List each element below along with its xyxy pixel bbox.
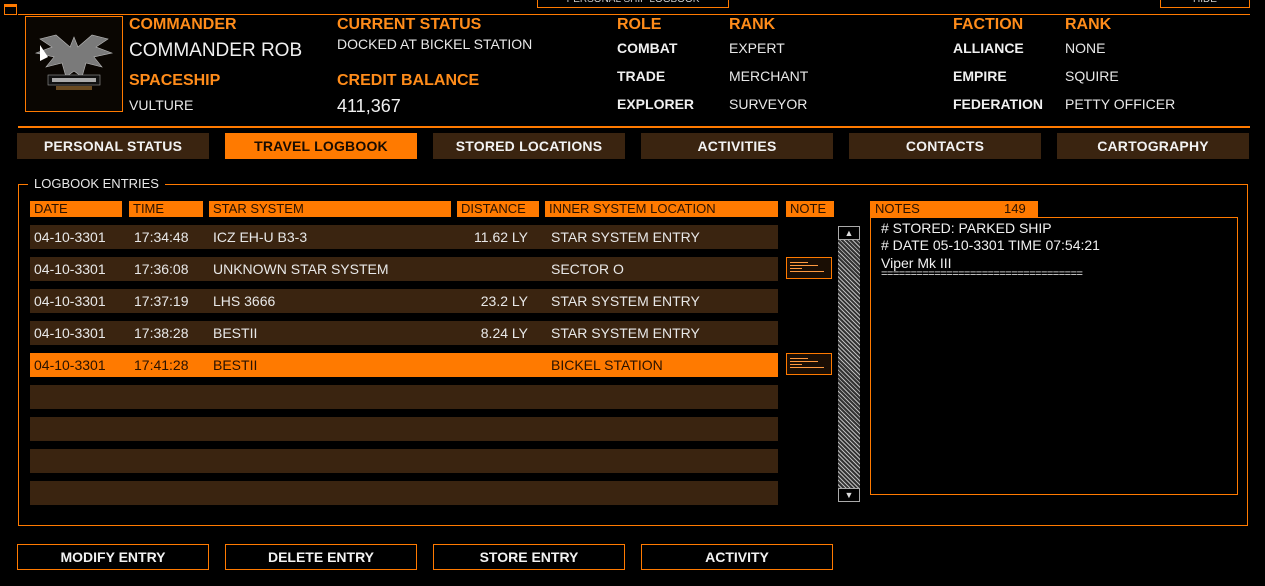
note-line: # STORED: PARKED SHIP: [881, 220, 1052, 236]
faction-name: ALLIANCE: [953, 40, 1024, 56]
spaceship-name: VULTURE: [129, 97, 194, 113]
tab-contacts[interactable]: CONTACTS: [849, 133, 1041, 159]
table-row-empty[interactable]: [30, 481, 778, 505]
cell-distance: 11.62 LY: [474, 229, 528, 245]
tab-activities[interactable]: ACTIVITIES: [641, 133, 833, 159]
role-name: TRADE: [617, 68, 666, 84]
credit-value: 411,367: [337, 96, 401, 116]
cell-date: 04-10-3301: [34, 325, 106, 341]
faction-name: EMPIRE: [953, 68, 1007, 84]
scrollbar-track[interactable]: [838, 226, 860, 502]
cell-location: STAR SYSTEM ENTRY: [551, 229, 700, 245]
column-header-note[interactable]: NOTE: [786, 201, 834, 217]
role-rank: SURVEYOR: [729, 96, 808, 112]
note-line: # DATE 05-10-3301 TIME 07:54:21: [881, 237, 1100, 253]
note-line: ==================================: [881, 268, 1083, 280]
faction-rank-label: RANK: [1065, 16, 1112, 33]
window-menu-icon[interactable]: [4, 4, 17, 15]
cell-distance: 23.2 LY: [480, 293, 528, 309]
cell-time: 17:36:08: [134, 261, 189, 277]
tab-travel-logbook[interactable]: TRAVEL LOGBOOK: [225, 133, 417, 159]
table-row[interactable]: 04-10-3301 17:37:19 LHS 3666 23.2 LY STA…: [30, 289, 778, 313]
status-label: CURRENT STATUS: [337, 16, 482, 33]
role-rank: MERCHANT: [729, 68, 809, 84]
role-name: EXPLORER: [617, 96, 695, 112]
notes-char-count: 149: [1004, 201, 1026, 216]
cell-time: 17:38:28: [134, 325, 189, 341]
status-value: DOCKED AT BICKEL STATION: [337, 36, 533, 52]
cell-time: 17:41:28: [134, 357, 189, 373]
cell-location: SECTOR O: [551, 261, 624, 277]
cell-date: 04-10-3301: [34, 261, 106, 277]
window-title: PERSONAL SHIP LOGBOOK: [537, 0, 729, 8]
cell-location: STAR SYSTEM ENTRY: [551, 293, 700, 309]
table-row[interactable]: 04-10-3301 17:38:28 BESTII 8.24 LY STAR …: [30, 321, 778, 345]
cell-star-system: ICZ EH-U B3-3: [213, 229, 308, 245]
top-border: [18, 14, 1250, 15]
column-header-distance[interactable]: DISTANCE: [457, 201, 539, 217]
cell-distance: 8.24 LY: [480, 325, 528, 341]
scroll-down-icon[interactable]: ▼: [838, 488, 860, 502]
logbook-title: LOGBOOK ENTRIES: [28, 176, 165, 191]
tab-personal-status[interactable]: PERSONAL STATUS: [17, 133, 209, 159]
faction-rank: NONE: [1065, 40, 1106, 56]
cell-date: 04-10-3301: [34, 229, 106, 245]
cell-location: STAR SYSTEM ENTRY: [551, 325, 700, 341]
notes-header: NOTES 149: [870, 201, 1038, 217]
table-row-empty[interactable]: [30, 449, 778, 473]
cell-time: 17:34:48: [134, 229, 189, 245]
table-row[interactable]: 04-10-3301 17:34:48 ICZ EH-U B3-3 11.62 …: [30, 225, 778, 249]
delete-entry-button[interactable]: DELETE ENTRY: [225, 544, 417, 570]
role-label: ROLE: [617, 16, 662, 33]
cell-time: 17:37:19: [134, 293, 189, 309]
cell-star-system: BESTII: [213, 357, 258, 373]
column-header-date[interactable]: DATE: [30, 201, 122, 217]
note-thumbnail[interactable]: [786, 353, 832, 375]
column-header-time[interactable]: TIME: [129, 201, 203, 217]
credit-label: CREDIT BALANCE: [337, 72, 480, 89]
role-rank-label: RANK: [729, 16, 776, 33]
hide-button[interactable]: HIDE: [1160, 0, 1250, 8]
faction-label: FACTION: [953, 16, 1024, 33]
cell-date: 04-10-3301: [34, 357, 106, 373]
note-thumbnail[interactable]: [786, 257, 832, 279]
role-name: COMBAT: [617, 40, 678, 56]
cell-star-system: UNKNOWN STAR SYSTEM: [213, 261, 389, 277]
column-header-location[interactable]: INNER SYSTEM LOCATION: [545, 201, 778, 217]
spaceship-label: SPACESHIP: [129, 72, 221, 89]
faction-name: FEDERATION: [953, 96, 1043, 112]
column-header-star-system[interactable]: STAR SYSTEM: [209, 201, 451, 217]
faction-rank: PETTY OFFICER: [1065, 96, 1176, 112]
scroll-up-icon[interactable]: ▲: [838, 226, 860, 240]
table-row-empty[interactable]: [30, 417, 778, 441]
cell-date: 04-10-3301: [34, 293, 106, 309]
commander-name: COMMANDER ROB: [129, 40, 303, 61]
faction-rank: SQUIRE: [1065, 68, 1119, 84]
table-row[interactable]: 04-10-3301 17:36:08 UNKNOWN STAR SYSTEM …: [30, 257, 778, 281]
activity-button[interactable]: ACTIVITY: [641, 544, 833, 570]
notes-label: NOTES: [875, 201, 920, 216]
tab-cartography[interactable]: CARTOGRAPHY: [1057, 133, 1249, 159]
header-divider: [18, 126, 1250, 128]
elite-logo: [25, 16, 123, 112]
table-row-empty[interactable]: [30, 385, 778, 409]
cell-star-system: BESTII: [213, 325, 258, 341]
commander-label: COMMANDER: [129, 16, 237, 33]
tab-stored-locations[interactable]: STORED LOCATIONS: [433, 133, 625, 159]
role-rank: EXPERT: [729, 40, 785, 56]
modify-entry-button[interactable]: MODIFY ENTRY: [17, 544, 209, 570]
store-entry-button[interactable]: STORE ENTRY: [433, 544, 625, 570]
cell-star-system: LHS 3666: [213, 293, 276, 309]
table-row-selected[interactable]: 04-10-3301 17:41:28 BESTII BICKEL STATIO…: [30, 353, 778, 377]
cell-location: BICKEL STATION: [551, 357, 663, 373]
